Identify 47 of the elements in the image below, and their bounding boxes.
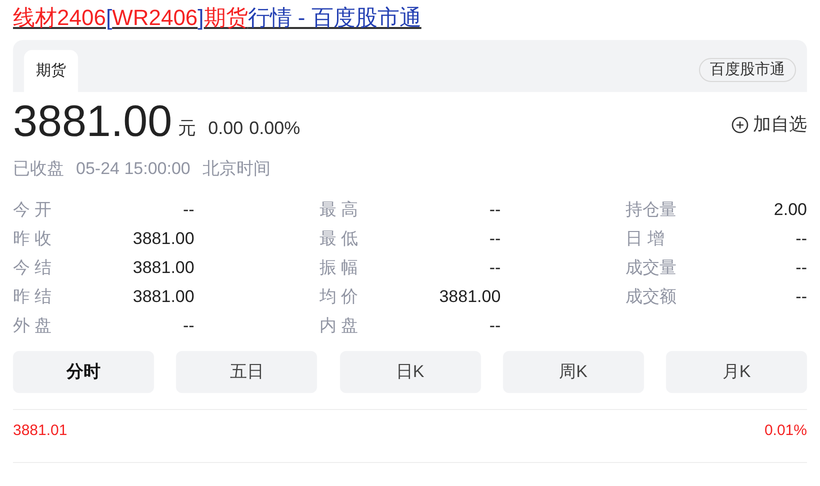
timezone: 北京时间 (202, 158, 270, 180)
stat-label: 最 低 (319, 228, 358, 250)
timestamp: 05-24 15:00:00 (76, 158, 190, 180)
stat-label: 成交额 (626, 286, 677, 308)
stat-value: -- (796, 228, 807, 250)
stat-value: 3881.00 (132, 228, 194, 250)
stat-label: 今 结 (13, 257, 52, 280)
stat-value: 3881.00 (132, 257, 194, 280)
stat-value: 3881.00 (132, 286, 194, 308)
source-badge: 百度股市通 (699, 58, 796, 82)
price: 3881.00 (13, 98, 172, 146)
stat-value: -- (183, 315, 194, 338)
stat-label: 成交量 (626, 257, 677, 280)
stat-label: 均 价 (319, 286, 358, 308)
stat-value: -- (183, 199, 194, 222)
add-watchlist-button[interactable]: 加自选 (731, 111, 807, 138)
price-change-percent: 0.00% (249, 117, 300, 140)
stat-value: -- (796, 257, 807, 280)
stat-value: -- (489, 315, 501, 338)
stat-value: -- (489, 228, 501, 250)
stat-label: 振 幅 (319, 257, 358, 280)
stat-label: 持仓量 (626, 199, 677, 222)
chart-tab[interactable]: 五日 (176, 350, 318, 392)
chart-tab[interactable]: 日K (340, 350, 480, 392)
tab[interactable]: 期货 (24, 50, 78, 92)
stat-label: 今 开 (13, 199, 52, 222)
stat-label: 外 盘 (13, 315, 52, 338)
currency-unit: 元 (178, 117, 196, 140)
market-status: 已收盘 (13, 158, 64, 180)
chart-price: 3881.01 (13, 420, 68, 440)
stat-value: 3881.00 (439, 286, 501, 308)
stat-value: -- (489, 257, 501, 280)
stat-value: -- (489, 199, 501, 222)
stat-label: 昨 收 (13, 228, 52, 250)
stat-value: -- (796, 286, 807, 308)
price-change: 0.00 (208, 117, 244, 140)
chart-tab[interactable]: 月K (666, 350, 807, 392)
chart-percent: 0.01% (764, 420, 807, 440)
chart-tab[interactable]: 分时 (13, 350, 154, 392)
stat-label: 内 盘 (319, 315, 358, 338)
chart-tab[interactable]: 周K (502, 350, 644, 392)
stat-label: 最 高 (319, 199, 358, 222)
add-circle-icon (731, 116, 749, 134)
stat-value: 2.00 (774, 199, 807, 222)
stat-label: 日 增 (626, 228, 664, 250)
stat-label: 昨 结 (13, 286, 52, 308)
page-title-link[interactable]: 线材2406[WR2406]期货行情 - 百度股市通 (13, 5, 422, 30)
